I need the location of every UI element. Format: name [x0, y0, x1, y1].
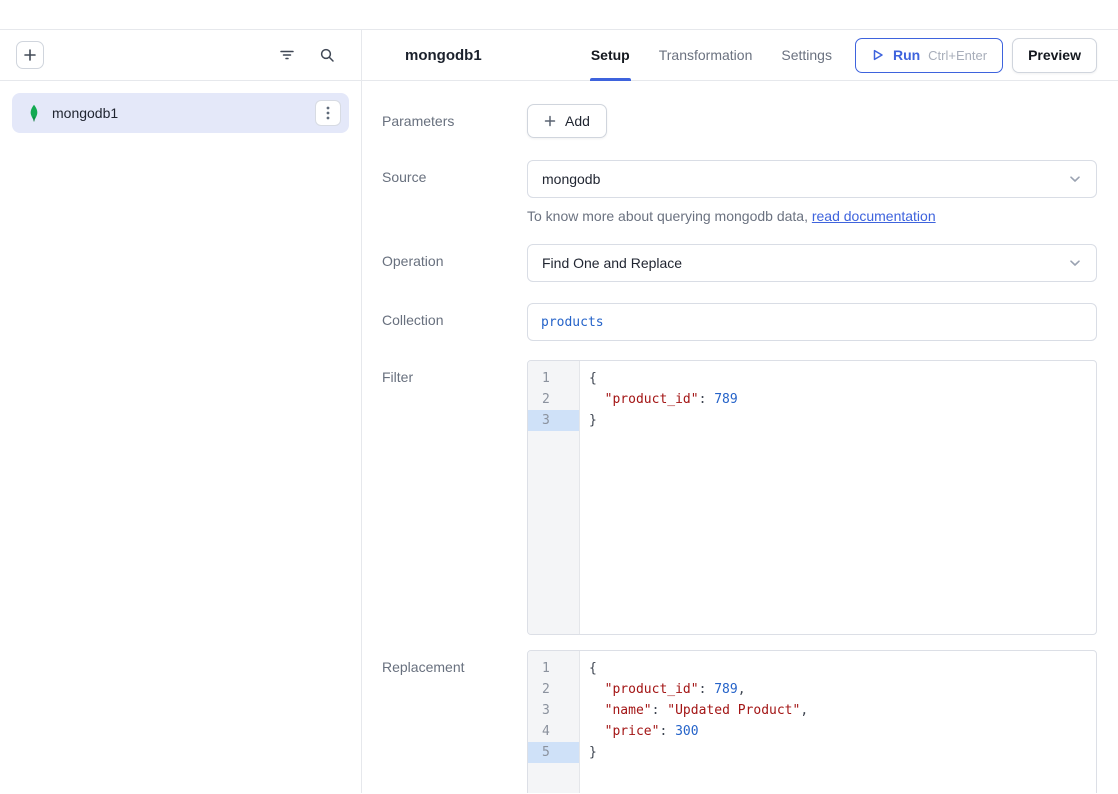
- line-number: 1: [528, 658, 579, 679]
- line-number-gutter: 123: [528, 361, 580, 634]
- operation-select-value: Find One and Replace: [542, 255, 682, 271]
- parameters-row: Parameters Add: [382, 104, 1097, 138]
- line-number: 2: [528, 389, 579, 410]
- search-icon: [319, 47, 335, 63]
- code-area[interactable]: { "product_id": 789}: [580, 361, 1096, 634]
- kebab-icon: [326, 106, 330, 120]
- code-line[interactable]: "name": "Updated Product",: [589, 700, 1096, 721]
- line-number-gutter: 12345: [528, 651, 580, 793]
- source-row: Source mongodb To know more about queryi…: [382, 160, 1097, 226]
- query-title: mongodb1: [405, 47, 482, 64]
- filter-editor[interactable]: 123 { "product_id": 789}: [527, 360, 1097, 635]
- code-line[interactable]: "product_id": 789: [589, 389, 1096, 410]
- code-line[interactable]: {: [589, 658, 1096, 679]
- chevron-down-icon: [1068, 256, 1082, 270]
- collection-input[interactable]: products: [527, 303, 1097, 341]
- add-query-button[interactable]: [16, 41, 44, 69]
- mongodb-icon: [26, 104, 42, 122]
- source-select[interactable]: mongodb: [527, 160, 1097, 198]
- play-icon: [871, 48, 885, 62]
- filter-label: Filter: [382, 360, 527, 635]
- add-parameter-label: Add: [565, 113, 590, 129]
- operation-row: Operation Find One and Replace: [382, 244, 1097, 282]
- operation-select[interactable]: Find One and Replace: [527, 244, 1097, 282]
- filter-queries-button[interactable]: [274, 42, 300, 68]
- tab-settings-label: Settings: [781, 47, 832, 63]
- replacement-row: Replacement 12345 { "product_id": 789, "…: [382, 650, 1097, 793]
- run-shortcut: Ctrl+Enter: [928, 48, 987, 63]
- query-options-button[interactable]: [315, 100, 341, 126]
- line-number: 4: [528, 721, 579, 742]
- source-helper-text: To know more about querying mongodb data…: [527, 207, 1097, 226]
- line-number: 2: [528, 679, 579, 700]
- query-list: mongodb1: [0, 81, 361, 145]
- preview-button[interactable]: Preview: [1012, 38, 1097, 73]
- code-line[interactable]: "product_id": 789,: [589, 679, 1096, 700]
- source-select-value: mongodb: [542, 171, 600, 187]
- plus-icon: [23, 48, 37, 62]
- query-detail-panel: mongodb1 Setup Transformation Settings R…: [362, 30, 1118, 793]
- add-parameter-button[interactable]: Add: [527, 104, 607, 138]
- replacement-editor[interactable]: 12345 { "product_id": 789, "name": "Upda…: [527, 650, 1097, 793]
- plus-icon: [544, 115, 556, 127]
- code-line[interactable]: {: [589, 368, 1096, 389]
- replacement-label: Replacement: [382, 650, 527, 793]
- chevron-down-icon: [1068, 172, 1082, 186]
- tab-transformation-label: Transformation: [659, 47, 753, 63]
- filter-row: Filter 123 { "product_id": 789}: [382, 360, 1097, 635]
- code-area[interactable]: { "product_id": 789, "name": "Updated Pr…: [580, 651, 1096, 793]
- tab-transformation[interactable]: Transformation: [658, 30, 754, 80]
- run-button[interactable]: Run Ctrl+Enter: [855, 38, 1003, 73]
- code-line[interactable]: }: [589, 410, 1096, 431]
- line-number: 3: [528, 700, 579, 721]
- collection-row: Collection products: [382, 303, 1097, 341]
- code-line[interactable]: "price": 300: [589, 721, 1096, 742]
- query-item-label: mongodb1: [52, 105, 118, 121]
- read-documentation-link[interactable]: read documentation: [812, 208, 936, 224]
- run-button-label: Run: [893, 47, 920, 63]
- search-queries-button[interactable]: [314, 42, 340, 68]
- query-list-item-mongodb1[interactable]: mongodb1: [12, 93, 349, 133]
- line-number: 1: [528, 368, 579, 389]
- line-number: 5: [528, 742, 579, 763]
- tab-settings[interactable]: Settings: [780, 30, 833, 80]
- source-helper-prefix: To know more about querying mongodb data…: [527, 208, 812, 224]
- query-form: Parameters Add Source mongodb: [362, 81, 1118, 793]
- tab-setup[interactable]: Setup: [590, 30, 631, 80]
- code-line[interactable]: }: [589, 742, 1096, 763]
- filter-icon: [279, 47, 295, 63]
- source-label: Source: [382, 160, 527, 226]
- app-topbar: [0, 0, 1118, 30]
- tab-setup-label: Setup: [591, 47, 630, 63]
- parameters-label: Parameters: [382, 104, 527, 138]
- operation-label: Operation: [382, 244, 527, 282]
- query-list-header: [0, 30, 361, 81]
- query-list-panel: mongodb1: [0, 30, 362, 793]
- query-detail-header: mongodb1 Setup Transformation Settings R…: [362, 30, 1118, 81]
- collection-label: Collection: [382, 303, 527, 341]
- line-number: 3: [528, 410, 579, 431]
- query-tabs: Setup Transformation Settings: [590, 30, 833, 80]
- query-editor: mongodb1 mongodb1 Setup Transformation S…: [0, 30, 1118, 793]
- collection-input-value: products: [541, 315, 604, 330]
